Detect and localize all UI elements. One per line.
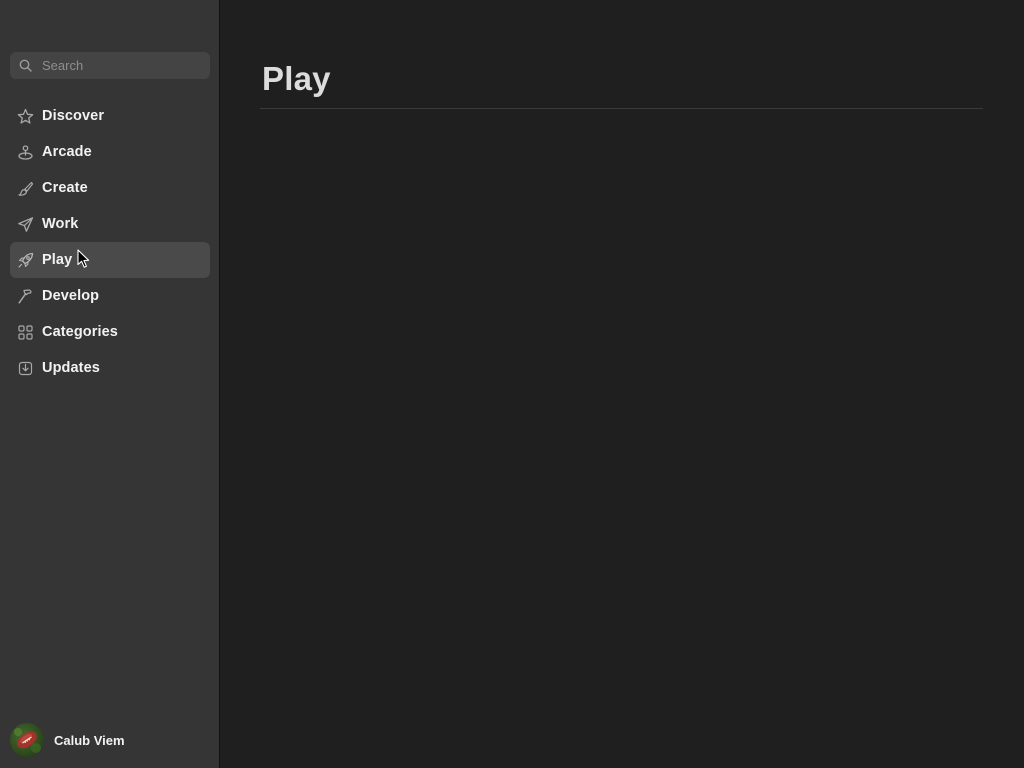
app-window: Discover Arcade [0, 0, 1024, 768]
sidebar: Discover Arcade [0, 0, 220, 768]
sidebar-item-label: Create [42, 180, 88, 196]
star-icon [16, 107, 34, 125]
sidebar-item-create[interactable]: Create [10, 170, 210, 206]
sidebar-item-updates[interactable]: Updates [10, 350, 210, 386]
sidebar-item-develop[interactable]: Develop [10, 278, 210, 314]
sidebar-nav: Discover Arcade Create Work Play Develop… [10, 98, 210, 386]
rocket-icon [16, 251, 34, 269]
search-icon [19, 59, 33, 73]
joystick-icon [16, 143, 34, 161]
search-field[interactable] [10, 52, 210, 79]
account-name: Calub Viem [54, 732, 125, 748]
page-title: Play [262, 60, 331, 97]
sidebar-item-discover[interactable]: Discover [10, 98, 210, 134]
brush-icon [16, 179, 34, 197]
search-input[interactable] [42, 58, 192, 73]
football-avatar-icon [14, 728, 41, 753]
sidebar-item-arcade[interactable]: Arcade [10, 134, 210, 170]
sidebar-item-play[interactable]: Play [10, 242, 210, 278]
avatar [10, 723, 44, 757]
grid-icon [16, 323, 34, 341]
sidebar-item-label: Arcade [42, 144, 92, 160]
account-button[interactable]: Calub Viem [10, 722, 125, 758]
sidebar-item-categories[interactable]: Categories [10, 314, 210, 350]
sidebar-item-label: Categories [42, 324, 118, 340]
sidebar-item-label: Play [42, 252, 73, 268]
download-tray-icon [16, 359, 34, 377]
title-divider [260, 108, 983, 109]
sidebar-item-label: Develop [42, 288, 100, 304]
paper-plane-icon [16, 215, 34, 233]
hammer-icon [16, 287, 34, 305]
sidebar-item-label: Discover [42, 108, 105, 124]
main-content: Play [220, 0, 1024, 768]
sidebar-item-label: Work [42, 216, 79, 232]
sidebar-item-work[interactable]: Work [10, 206, 210, 242]
sidebar-item-label: Updates [42, 360, 100, 376]
